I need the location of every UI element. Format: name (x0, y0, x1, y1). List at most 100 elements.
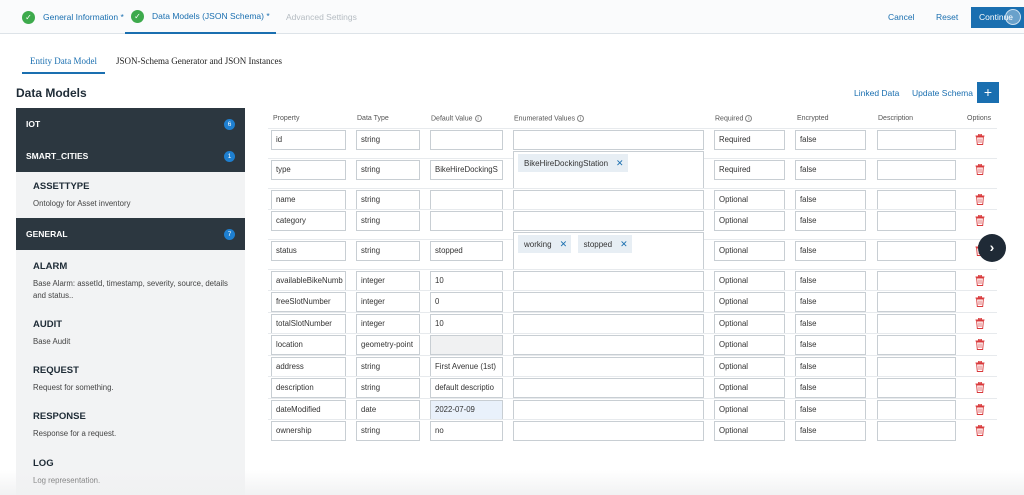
enumerated-values-input[interactable] (513, 421, 704, 441)
default-value-input[interactable] (430, 335, 503, 355)
default-value-input[interactable]: First Avenue (1st) (430, 357, 503, 377)
encrypted-select[interactable]: false (795, 357, 866, 377)
enumerated-values-input[interactable] (513, 211, 704, 231)
data-type-select[interactable]: string (356, 378, 420, 398)
data-type-select[interactable]: integer (356, 314, 420, 334)
trash-icon[interactable] (975, 404, 985, 415)
description-input[interactable] (877, 314, 956, 334)
sidebar-item-request[interactable]: REQUEST Request for something. (16, 365, 245, 394)
step-general-information[interactable]: ✓ General Information * (22, 0, 124, 34)
data-type-select[interactable]: string (356, 160, 420, 180)
enumerated-values-input[interactable] (513, 271, 704, 291)
trash-icon[interactable] (975, 382, 985, 393)
encrypted-select[interactable]: false (795, 400, 866, 420)
reset-button[interactable]: Reset (936, 0, 958, 34)
required-select[interactable]: Optional (714, 335, 785, 355)
description-input[interactable] (877, 160, 956, 180)
data-type-select[interactable]: string (356, 241, 420, 261)
required-select[interactable]: Optional (714, 211, 785, 231)
trash-icon[interactable] (975, 296, 985, 307)
enumerated-values-input[interactable] (513, 190, 704, 210)
required-select[interactable]: Optional (714, 400, 785, 420)
description-input[interactable] (877, 271, 956, 291)
description-input[interactable] (877, 400, 956, 420)
enumerated-values-input[interactable] (513, 400, 704, 420)
sidebar-item-log[interactable]: LOG Log representation. (16, 458, 245, 487)
required-select[interactable]: Optional (714, 292, 785, 312)
sidebar-item-assettype[interactable]: ASSETTYPE Ontology for Asset inventory (16, 181, 245, 210)
sidebar-item-audit[interactable]: AUDIT Base Audit (16, 319, 245, 348)
add-property-button[interactable]: + (977, 82, 999, 103)
trash-icon[interactable] (975, 318, 985, 329)
required-select[interactable]: Optional (714, 357, 785, 377)
required-select[interactable]: Required (714, 130, 785, 150)
trash-icon[interactable] (975, 275, 985, 286)
enumerated-values-input[interactable]: BikeHireDockingStation ✕ (513, 151, 704, 189)
property-input[interactable]: name (271, 190, 346, 210)
encrypted-select[interactable]: false (795, 335, 866, 355)
description-input[interactable] (877, 335, 956, 355)
update-schema-link[interactable]: Update Schema (912, 88, 973, 98)
description-input[interactable] (877, 378, 956, 398)
sidebar-item-response[interactable]: RESPONSE Response for a request. (16, 411, 245, 440)
trash-icon[interactable] (975, 339, 985, 350)
step-data-models[interactable]: ✓ Data Models (JSON Schema) * (125, 0, 276, 34)
property-input[interactable]: freeSlotNumber (271, 292, 346, 312)
description-input[interactable] (877, 292, 956, 312)
required-select[interactable]: Optional (714, 241, 785, 261)
close-icon[interactable]: ✕ (616, 158, 624, 168)
data-type-select[interactable]: string (356, 190, 420, 210)
data-type-select[interactable]: geometry-point (356, 335, 420, 355)
property-input[interactable]: dateModified (271, 400, 346, 420)
description-input[interactable] (877, 190, 956, 210)
default-value-input[interactable]: BikeHireDockingS (430, 160, 503, 180)
encrypted-select[interactable]: false (795, 292, 866, 312)
enumerated-values-input[interactable] (513, 357, 704, 377)
enumerated-values-input[interactable] (513, 130, 704, 150)
property-input[interactable]: totalSlotNumber (271, 314, 346, 334)
data-type-select[interactable]: date (356, 400, 420, 420)
property-input[interactable]: description (271, 378, 346, 398)
default-value-input[interactable]: 0 (430, 292, 503, 312)
encrypted-select[interactable]: false (795, 190, 866, 210)
encrypted-select[interactable]: false (795, 211, 866, 231)
sidebar-group-smart-cities[interactable]: SMART_CITIES 1 (16, 140, 245, 172)
default-value-input[interactable] (430, 190, 503, 210)
description-input[interactable] (877, 211, 956, 231)
encrypted-select[interactable]: false (795, 378, 866, 398)
property-input[interactable]: location (271, 335, 346, 355)
info-icon[interactable]: i (576, 115, 584, 122)
required-select[interactable]: Optional (714, 421, 785, 441)
data-type-select[interactable]: string (356, 130, 420, 150)
data-type-select[interactable]: integer (356, 271, 420, 291)
sidebar-item-alarm[interactable]: ALARM Base Alarm: assetId, timestamp, se… (16, 261, 245, 302)
trash-icon[interactable] (975, 164, 985, 175)
trash-icon[interactable] (975, 215, 985, 226)
tab-entity-data-model[interactable]: Entity Data Model (22, 52, 105, 74)
property-input[interactable]: ownership (271, 421, 346, 441)
property-input[interactable]: type (271, 160, 346, 180)
close-icon[interactable]: ✕ (620, 239, 628, 249)
property-input[interactable]: status (271, 241, 346, 261)
encrypted-select[interactable]: false (795, 271, 866, 291)
trash-icon[interactable] (975, 361, 985, 372)
property-input[interactable]: id (271, 130, 346, 150)
scroll-right-button[interactable]: › (978, 234, 1006, 262)
encrypted-select[interactable]: false (795, 314, 866, 334)
enumerated-values-input[interactable] (513, 335, 704, 355)
required-select[interactable]: Optional (714, 314, 785, 334)
description-input[interactable] (877, 357, 956, 377)
required-select[interactable]: Optional (714, 271, 785, 291)
cancel-button[interactable]: Cancel (888, 0, 914, 34)
enumerated-values-input[interactable]: working ✕ stopped ✕ (513, 232, 704, 270)
required-select[interactable]: Required (714, 160, 785, 180)
continue-button[interactable]: Continue (971, 7, 1024, 28)
data-type-select[interactable]: string (356, 211, 420, 231)
encrypted-select[interactable]: false (795, 160, 866, 180)
default-value-input[interactable]: 10 (430, 314, 503, 334)
enumerated-values-input[interactable] (513, 292, 704, 312)
default-value-input[interactable]: stopped (430, 241, 503, 261)
encrypted-select[interactable]: false (795, 421, 866, 441)
data-type-select[interactable]: string (356, 357, 420, 377)
default-value-input[interactable]: 2022-07-09 (430, 400, 503, 420)
